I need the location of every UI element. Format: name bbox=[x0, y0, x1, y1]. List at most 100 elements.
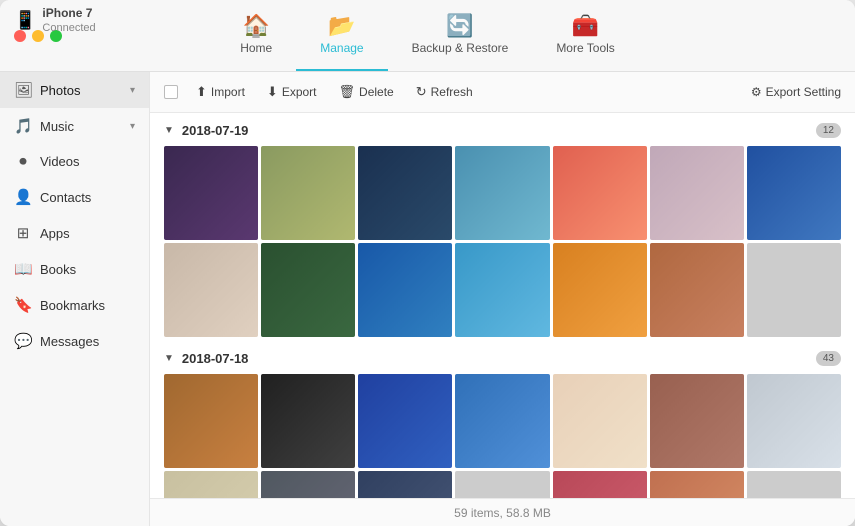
import-label: Import bbox=[211, 85, 245, 99]
bookmarks-icon: 🔖 bbox=[14, 296, 32, 314]
photo-thumb[interactable] bbox=[455, 146, 549, 240]
delete-icon: 🗑 bbox=[339, 84, 356, 100]
manage-icon: 📂 bbox=[328, 15, 355, 37]
device-text: iPhone 7 Connected bbox=[42, 6, 95, 36]
export-setting-button[interactable]: ⚙ Export Setting bbox=[751, 85, 841, 99]
tab-backup[interactable]: 🔄 Backup & Restore bbox=[388, 0, 533, 71]
status-text: 59 items, 58.8 MB bbox=[454, 506, 551, 520]
tab-manage-label: Manage bbox=[320, 41, 363, 55]
app-window: 📱 iPhone 7 Connected 🏠 Home 📂 Manage 🔄 B… bbox=[0, 0, 855, 526]
photo-grid-1 bbox=[164, 146, 841, 337]
date-count-1: 12 bbox=[816, 123, 841, 138]
sidebar-item-apps[interactable]: ⊞ Apps bbox=[0, 215, 149, 251]
photo-thumb[interactable] bbox=[650, 146, 744, 240]
messages-icon: 💬 bbox=[14, 332, 32, 350]
sidebar-label-messages: Messages bbox=[40, 334, 99, 349]
sidebar-item-messages[interactable]: 💬 Messages bbox=[0, 323, 149, 359]
photo-thumb[interactable] bbox=[553, 471, 647, 498]
sidebar-label-music: Music bbox=[40, 119, 74, 134]
export-label: Export bbox=[282, 85, 317, 99]
photo-thumb[interactable] bbox=[261, 146, 355, 240]
photo-thumb[interactable] bbox=[747, 471, 841, 498]
books-icon: 📖 bbox=[14, 260, 32, 278]
date-label-1: 2018-07-19 bbox=[182, 123, 249, 138]
tools-icon: 🧰 bbox=[572, 15, 599, 37]
tab-home[interactable]: 🏠 Home bbox=[216, 0, 296, 71]
photo-grid-2 bbox=[164, 374, 841, 498]
export-button[interactable]: ⬇ Export bbox=[257, 80, 327, 104]
sidebar-item-videos[interactable]: ⏺ Videos bbox=[0, 144, 149, 179]
chevron-down-icon-music: ▾ bbox=[130, 121, 135, 132]
import-button[interactable]: ⬆ Import bbox=[186, 80, 255, 104]
device-name: iPhone 7 bbox=[42, 6, 95, 22]
statusbar: 59 items, 58.8 MB bbox=[150, 498, 855, 526]
export-icon: ⬇ bbox=[267, 84, 278, 100]
titlebar: 📱 iPhone 7 Connected 🏠 Home 📂 Manage 🔄 B… bbox=[0, 0, 855, 72]
tab-backup-label: Backup & Restore bbox=[412, 41, 509, 55]
photo-thumb[interactable] bbox=[747, 374, 841, 468]
delete-button[interactable]: 🗑 Delete bbox=[329, 80, 404, 104]
sidebar-label-videos: Videos bbox=[40, 154, 80, 169]
photo-thumb[interactable] bbox=[650, 471, 744, 498]
nav-tabs: 🏠 Home 📂 Manage 🔄 Backup & Restore 🧰 Mor… bbox=[0, 0, 855, 71]
group-chevron-2[interactable]: ▼ bbox=[164, 353, 174, 364]
toolbar: ⬆ Import ⬇ Export 🗑 Delete ↻ Refresh ⚙ bbox=[150, 72, 855, 113]
import-icon: ⬆ bbox=[196, 84, 207, 100]
photo-thumb[interactable] bbox=[455, 374, 549, 468]
photos-icon: 🖼 bbox=[14, 81, 32, 99]
refresh-icon: ↻ bbox=[416, 84, 427, 100]
date-count-2: 43 bbox=[816, 351, 841, 366]
photo-thumb[interactable] bbox=[650, 374, 744, 468]
photo-thumb[interactable] bbox=[553, 374, 647, 468]
select-all-checkbox[interactable] bbox=[164, 85, 178, 99]
sidebar-item-music[interactable]: 🎵 Music ▾ bbox=[0, 108, 149, 144]
photo-thumb[interactable] bbox=[358, 243, 452, 337]
group-chevron-1[interactable]: ▼ bbox=[164, 125, 174, 136]
date-header-1: ▼ 2018-07-19 12 bbox=[164, 123, 841, 138]
photo-thumb[interactable] bbox=[164, 374, 258, 468]
photo-thumb[interactable] bbox=[164, 243, 258, 337]
contacts-icon: 👤 bbox=[14, 188, 32, 206]
refresh-button[interactable]: ↻ Refresh bbox=[406, 80, 483, 104]
refresh-label: Refresh bbox=[431, 85, 473, 99]
photo-thumb[interactable] bbox=[358, 146, 452, 240]
photo-thumb[interactable] bbox=[650, 243, 744, 337]
tab-tools-label: More Tools bbox=[556, 41, 614, 55]
tab-home-label: Home bbox=[240, 41, 272, 55]
tab-tools[interactable]: 🧰 More Tools bbox=[532, 0, 638, 71]
device-info: 📱 iPhone 7 Connected bbox=[14, 6, 96, 36]
photo-thumb[interactable] bbox=[553, 243, 647, 337]
photo-thumb[interactable] bbox=[164, 146, 258, 240]
tab-manage[interactable]: 📂 Manage bbox=[296, 0, 387, 71]
photo-thumb[interactable] bbox=[455, 243, 549, 337]
content-area: ⬆ Import ⬇ Export 🗑 Delete ↻ Refresh ⚙ bbox=[150, 72, 855, 526]
photo-thumb[interactable] bbox=[747, 243, 841, 337]
photo-thumb[interactable] bbox=[261, 374, 355, 468]
sidebar-item-bookmarks[interactable]: 🔖 Bookmarks bbox=[0, 287, 149, 323]
main-area: 🖼 Photos ▾ 🎵 Music ▾ ⏺ Videos 👤 Contacts… bbox=[0, 72, 855, 526]
sidebar-item-photos[interactable]: 🖼 Photos ▾ bbox=[0, 72, 149, 108]
photo-thumb[interactable] bbox=[261, 243, 355, 337]
sidebar-item-books[interactable]: 📖 Books bbox=[0, 251, 149, 287]
photo-thumb[interactable] bbox=[747, 146, 841, 240]
sidebar-label-bookmarks: Bookmarks bbox=[40, 298, 105, 313]
music-icon: 🎵 bbox=[14, 117, 32, 135]
date-group-1: ▼ 2018-07-19 12 bbox=[164, 123, 841, 337]
photo-thumb[interactable] bbox=[553, 146, 647, 240]
sidebar-label-photos: Photos bbox=[40, 83, 80, 98]
date-header-2: ▼ 2018-07-18 43 bbox=[164, 351, 841, 366]
device-status: Connected bbox=[42, 21, 95, 35]
photo-thumb[interactable] bbox=[261, 471, 355, 498]
photo-thumb[interactable] bbox=[358, 374, 452, 468]
home-icon: 🏠 bbox=[243, 15, 270, 37]
photo-area[interactable]: ▼ 2018-07-19 12 bbox=[150, 113, 855, 498]
sidebar-label-books: Books bbox=[40, 262, 76, 277]
export-setting-label: Export Setting bbox=[766, 85, 841, 99]
sidebar-label-contacts: Contacts bbox=[40, 190, 91, 205]
photo-thumb[interactable] bbox=[164, 471, 258, 498]
photo-thumb[interactable] bbox=[455, 471, 549, 498]
sidebar-item-contacts[interactable]: 👤 Contacts bbox=[0, 179, 149, 215]
date-label-2: 2018-07-18 bbox=[182, 351, 249, 366]
gear-icon: ⚙ bbox=[751, 85, 762, 99]
photo-thumb[interactable] bbox=[358, 471, 452, 498]
